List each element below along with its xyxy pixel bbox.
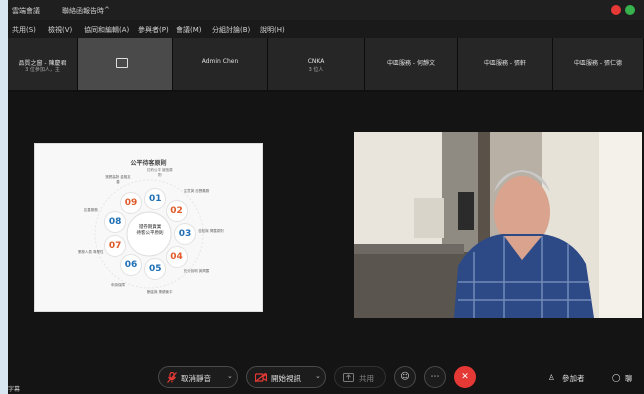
participant-tile[interactable]: CNKA 3 位人 <box>268 38 365 90</box>
captions-label[interactable]: 字幕 <box>8 384 20 393</box>
slide-node-09: 09 <box>121 192 141 213</box>
slide-center-text: 證券期貨業 待客公平原則 <box>129 225 171 237</box>
slide-node-03: 03 <box>175 224 195 244</box>
participant-name: CNKA <box>307 58 325 65</box>
meeting-window: 雲端會議 聯絡函報告時 ^ 共用(S) 檢視(V) 協同和編輯(A) 參與者(P… <box>8 0 644 394</box>
record-icon[interactable] <box>611 5 621 15</box>
mute-button[interactable]: 取消靜音 ⌄ <box>158 366 238 388</box>
menu-breakout[interactable]: 分組討論(B) <box>212 25 250 35</box>
chevron-up-icon[interactable]: ^ <box>104 6 110 14</box>
slide-node-label: 酬金與 業績衡平 <box>146 290 173 295</box>
menu-collaborate[interactable]: 協同和編輯(A) <box>84 25 129 35</box>
shield-icon[interactable] <box>625 5 635 15</box>
chat-icon[interactable]: ◯ <box>612 373 620 382</box>
participants-icon[interactable]: ♙ <box>548 373 555 382</box>
slide-node-label: 友善服務 <box>83 207 98 212</box>
menu-participants[interactable]: 參與者(P) <box>138 25 169 35</box>
mute-label: 取消靜音 <box>181 374 211 383</box>
mic-muted-icon <box>167 372 177 383</box>
slide-node-04: 04 <box>166 247 187 268</box>
chevron-down-icon[interactable]: ⌄ <box>227 372 233 380</box>
more-icon: ⋯ <box>430 372 440 382</box>
leave-meeting-button[interactable]: ✕ <box>454 366 476 388</box>
participant-sub: 3 位參加人，主 <box>25 67 60 73</box>
participant-tile[interactable]: 中區服務 - 張仁德 <box>553 38 644 90</box>
slide-node-label: 訂約公平 誠信原則 <box>146 167 173 177</box>
participant-name: 中區服務 - 何靜文 <box>387 60 435 67</box>
slide-center-line: 證券期貨業 待客公平原則 <box>136 225 164 236</box>
control-bar: 取消靜音 ⌄ 開始視訊 ⌄ 共用 ☺ ⋯ ✕ ♙ 參加者 ◯ 聊 <box>8 360 644 394</box>
close-icon: ✕ <box>461 372 469 382</box>
chevron-down-icon[interactable]: ⌄ <box>315 372 321 380</box>
menu-help[interactable]: 說明(H) <box>260 25 285 35</box>
participant-sub: 3 位人 <box>308 67 324 73</box>
participant-tile[interactable]: 品質之窗 - 陳慶君 3 位參加人，主 <box>8 38 78 90</box>
more-options-button[interactable]: ⋯ <box>424 366 446 388</box>
video-label: 開始視訊 <box>271 374 301 383</box>
participant-strip: 品質之窗 - 陳慶君 3 位參加人，主 Admin Chen CNKA 3 位人… <box>8 38 644 92</box>
share-button[interactable]: 共用 <box>334 366 386 388</box>
app-name: 雲端會議 <box>12 7 40 15</box>
participants-button[interactable]: 參加者 <box>562 373 585 384</box>
shared-screen[interactable]: 公平待客原則 證券期貨業 待客公平原則 01 訂約公平 誠信原則 02 注意與 忠實義… <box>34 143 263 312</box>
menu-share[interactable]: 共用(S) <box>12 25 36 35</box>
title-bar: 雲端會議 聯絡函報告時 ^ <box>8 0 644 20</box>
menu-meeting[interactable]: 會議(M) <box>176 25 202 35</box>
share-label: 共用 <box>359 374 374 383</box>
participant-tile[interactable]: 中區服務 - 張軒 <box>458 38 553 90</box>
participant-tile[interactable]: Admin Chen <box>173 38 268 90</box>
meeting-title[interactable]: 聯絡函報告時 <box>62 6 104 16</box>
speaker-video-frame <box>354 132 642 318</box>
slide-node-label: 注意與 忠實義務 <box>183 189 210 194</box>
slide-node-label: 落實高齡 金融友善 <box>105 175 131 185</box>
slide-node-label: 充分說明 與揭露 <box>183 268 210 273</box>
video-off-icon <box>255 373 267 382</box>
slide-node-08: 08 <box>105 211 126 232</box>
participant-name: 中區服務 - 張軒 <box>484 60 526 67</box>
slide-node-label: 告知與 揭露原則 <box>198 229 224 233</box>
slide-node-label: 申訴保障 <box>111 282 125 287</box>
speaker-video[interactable] <box>354 132 642 318</box>
smile-icon: ☺ <box>400 372 410 382</box>
participant-tile[interactable]: 中區服務 - 何靜文 <box>365 38 458 90</box>
video-button[interactable]: 開始視訊 ⌄ <box>246 366 326 388</box>
participant-tile-self[interactable] <box>78 38 173 90</box>
share-screen-icon <box>343 373 354 382</box>
participant-name: 中區服務 - 張仁德 <box>574 60 622 67</box>
screen-icon <box>116 58 128 68</box>
menu-view[interactable]: 檢視(V) <box>48 25 72 35</box>
meeting-stage: 公平待客原則 證券期貨業 待客公平原則 01 訂約公平 誠信原則 02 注意與 忠實義… <box>8 92 644 360</box>
slide-node-label: 業務人員 專業性 <box>77 250 104 255</box>
slide-node-01: 01 <box>145 188 166 209</box>
menu-bar: 共用(S) 檢視(V) 協同和編輯(A) 參與者(P) 會議(M) 分組討論(B… <box>8 20 644 38</box>
reactions-button[interactable]: ☺ <box>394 366 416 388</box>
participant-name: Admin Chen <box>201 58 239 65</box>
chat-button[interactable]: 聊 <box>625 373 633 384</box>
slide-node-02: 02 <box>166 200 187 221</box>
